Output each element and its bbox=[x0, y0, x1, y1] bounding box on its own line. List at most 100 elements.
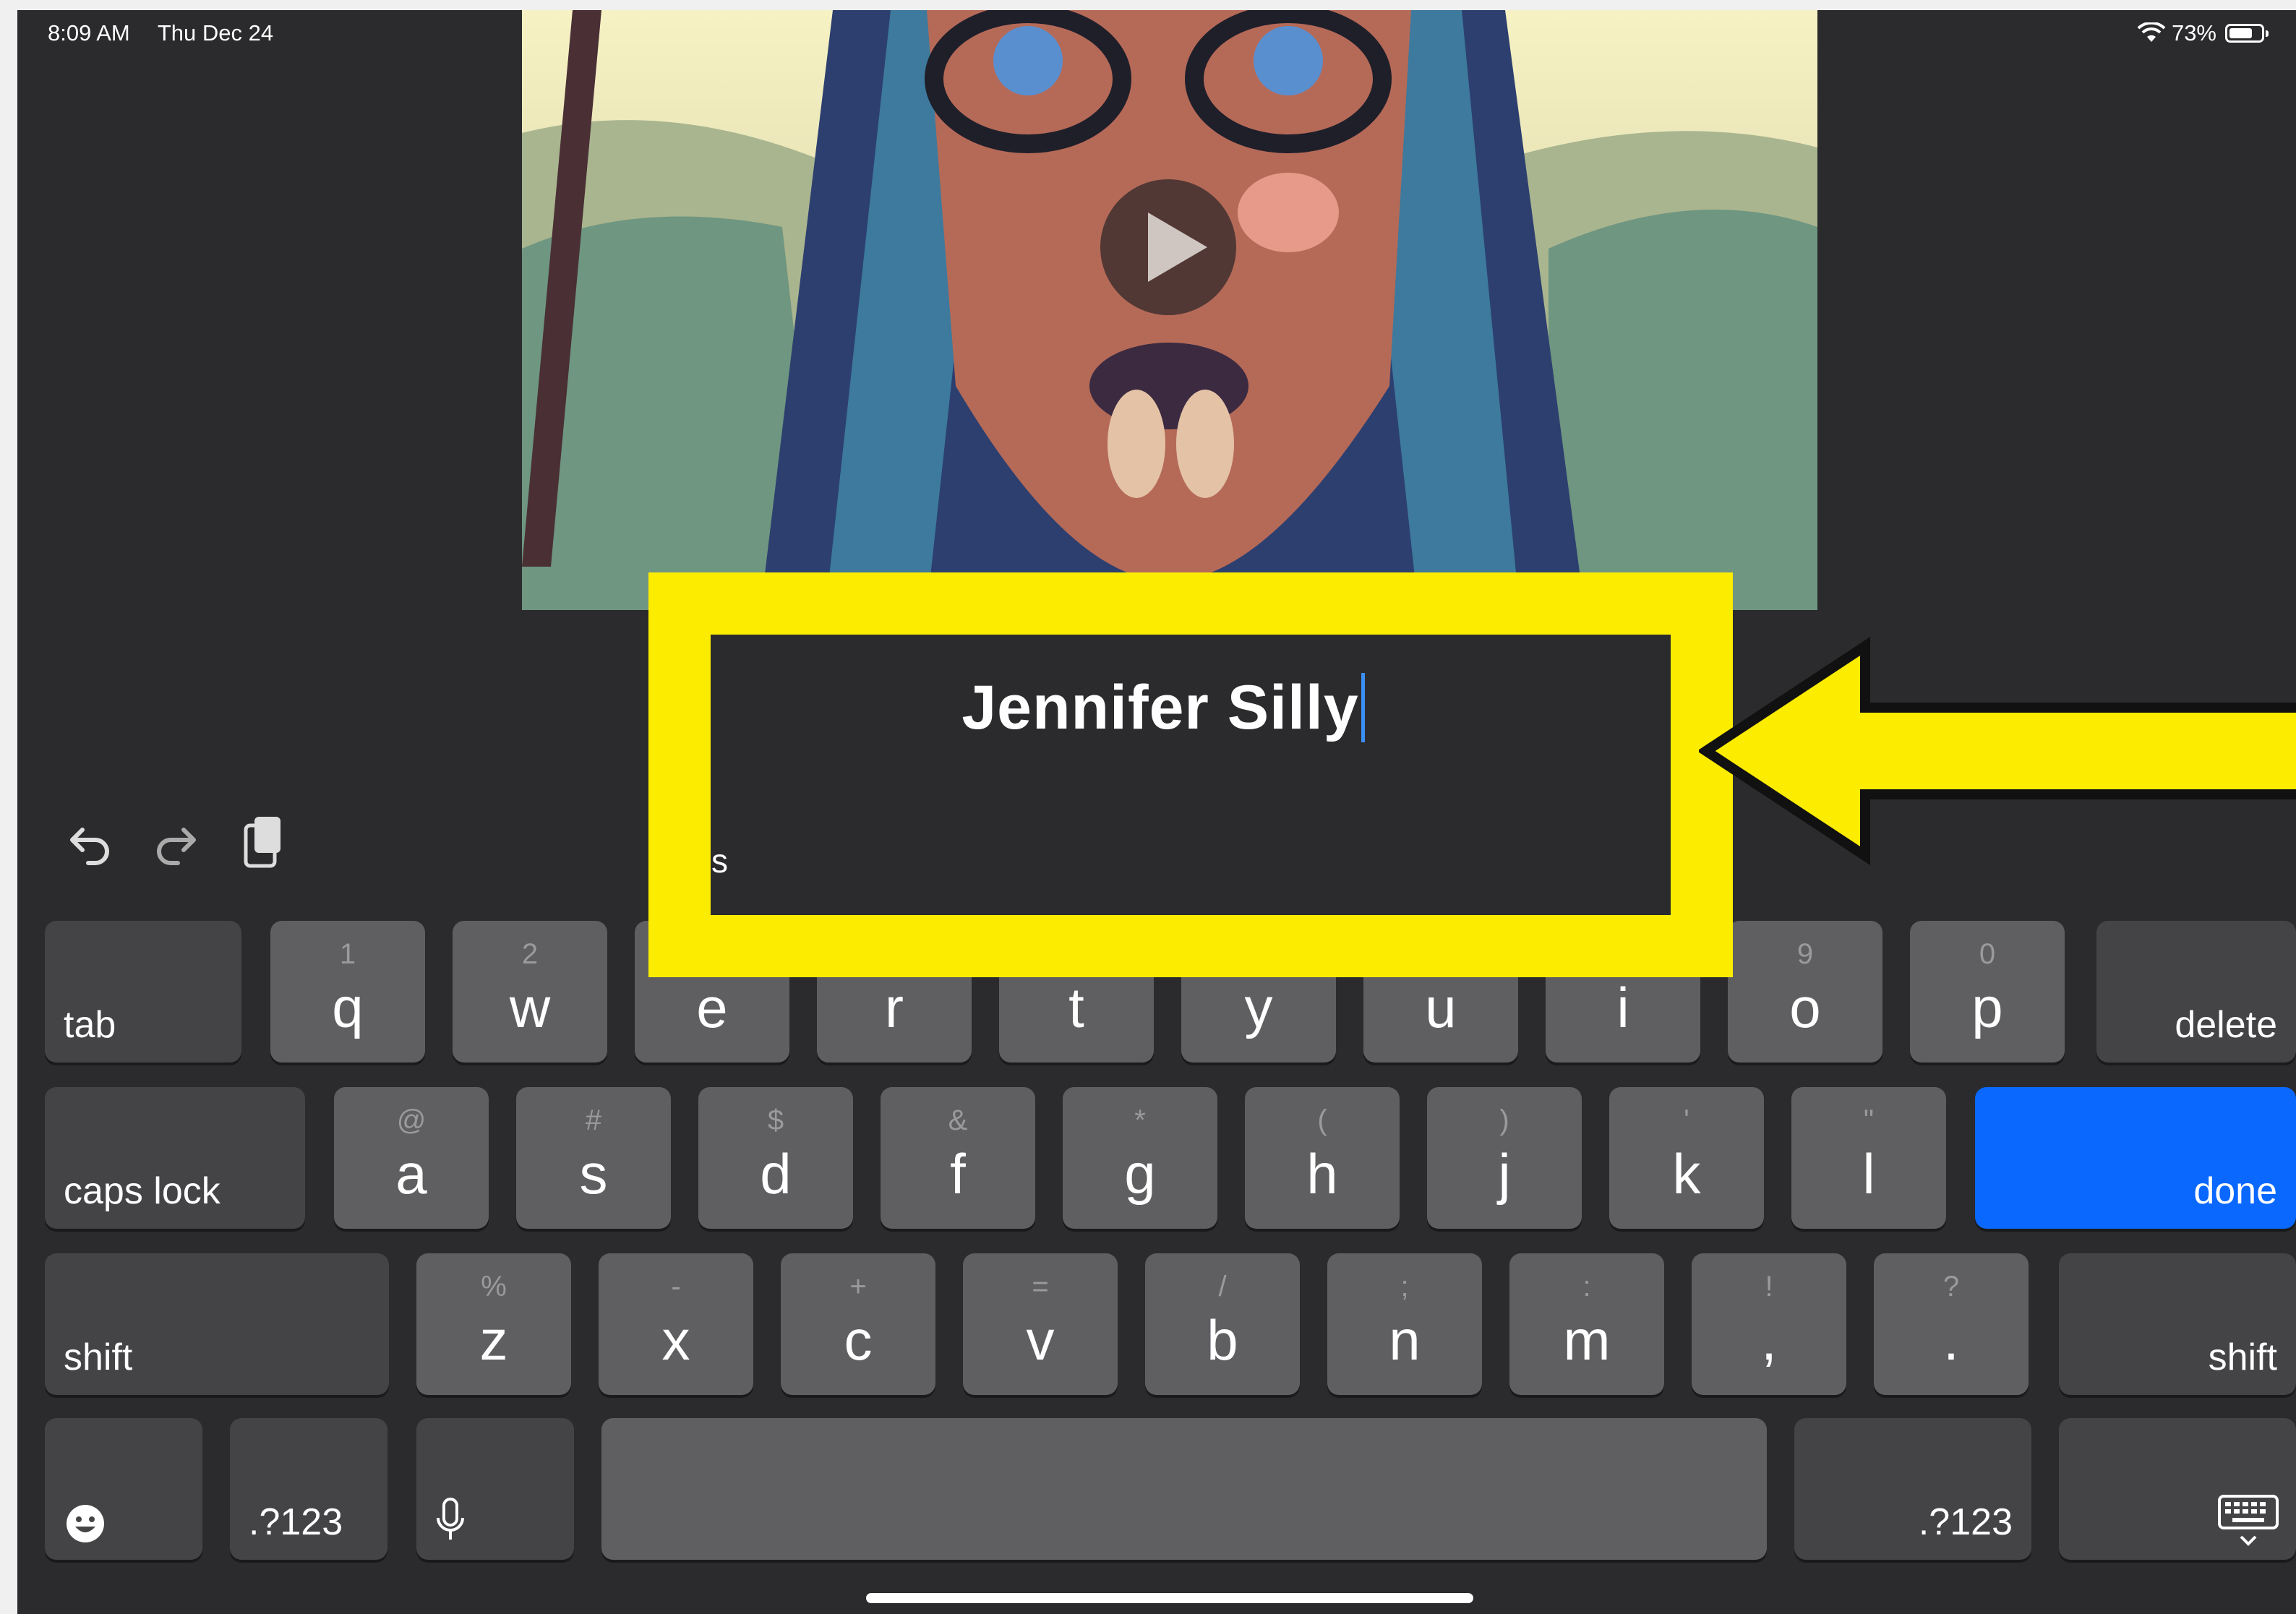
numbers-key-right[interactable]: .?123 bbox=[1794, 1418, 2031, 1560]
tab-key[interactable]: tab bbox=[45, 921, 241, 1063]
keyboard-dismiss-icon bbox=[2218, 1495, 2279, 1546]
key-label: c bbox=[844, 1308, 873, 1372]
key-label: y bbox=[1244, 976, 1273, 1039]
ipad-screen: 8:09 AM Thu Dec 24 73% Jennifer Silly s … bbox=[17, 10, 2296, 1614]
video-preview[interactable] bbox=[522, 10, 1817, 610]
battery-fill bbox=[2229, 28, 2252, 38]
key-label: g bbox=[1124, 1142, 1156, 1206]
dictation-key[interactable] bbox=[416, 1418, 574, 1560]
shift-key-label: shift bbox=[64, 1336, 133, 1378]
key-label: k bbox=[1672, 1142, 1701, 1206]
key-alt-label: $ bbox=[767, 1104, 784, 1136]
key-alt-label: = bbox=[1032, 1271, 1049, 1302]
key-a[interactable]: @ a bbox=[334, 1087, 489, 1229]
key-z[interactable]: % z bbox=[416, 1253, 571, 1395]
done-key[interactable]: done bbox=[1975, 1087, 2296, 1229]
key-alt-label: * bbox=[1134, 1104, 1146, 1136]
key-label: d bbox=[760, 1142, 792, 1206]
key-j[interactable]: ) j bbox=[1427, 1087, 1582, 1229]
key-label: l bbox=[1862, 1142, 1875, 1206]
key-label: m bbox=[1563, 1308, 1611, 1372]
space-bar[interactable] bbox=[601, 1418, 1767, 1560]
emoji-key[interactable] bbox=[45, 1418, 202, 1560]
delete-key-label: delete bbox=[2175, 1004, 2277, 1046]
key-f[interactable]: & f bbox=[881, 1087, 1035, 1229]
key-c[interactable]: + c bbox=[781, 1253, 935, 1395]
key-comma[interactable]: !, bbox=[1692, 1253, 1846, 1395]
key-label: b bbox=[1207, 1308, 1238, 1372]
key-l[interactable]: " l bbox=[1791, 1087, 1946, 1229]
key-x[interactable]: -x bbox=[599, 1253, 753, 1395]
key-p[interactable]: 0p bbox=[1910, 921, 2065, 1063]
key-alt-label: + bbox=[849, 1271, 867, 1302]
key-label: v bbox=[1026, 1308, 1055, 1372]
caps-lock-key[interactable]: caps lock bbox=[45, 1087, 305, 1229]
key-label: o bbox=[1789, 976, 1821, 1039]
microphone-icon bbox=[437, 1498, 464, 1540]
delete-key[interactable]: delete bbox=[2096, 921, 2296, 1063]
key-alt-label: / bbox=[1218, 1271, 1227, 1302]
key-h[interactable]: (h bbox=[1245, 1087, 1400, 1229]
shift-key-label: shift bbox=[2208, 1336, 2277, 1378]
key-q[interactable]: 1q bbox=[270, 921, 425, 1063]
play-button[interactable] bbox=[1100, 179, 1236, 315]
key-s[interactable]: # s bbox=[516, 1087, 671, 1229]
key-o[interactable]: 9o bbox=[1728, 921, 1882, 1063]
status-bar-left: 8:09 AM Thu Dec 24 bbox=[48, 20, 295, 46]
key-label: q bbox=[332, 976, 364, 1039]
redo-icon[interactable] bbox=[150, 817, 202, 869]
key-alt-label: ' bbox=[1684, 1104, 1689, 1136]
shift-key-right[interactable]: shift bbox=[2059, 1253, 2296, 1395]
numbers-key-left[interactable]: .?123 bbox=[230, 1418, 387, 1560]
home-indicator[interactable] bbox=[866, 1593, 1473, 1603]
key-label: r bbox=[885, 976, 904, 1039]
key-alt-label: 2 bbox=[521, 938, 539, 970]
key-alt-label: # bbox=[585, 1104, 602, 1136]
tab-key-label: tab bbox=[64, 1004, 116, 1046]
done-key-label: done bbox=[2193, 1170, 2277, 1212]
key-label: j bbox=[1498, 1142, 1511, 1206]
key-label: , bbox=[1761, 1308, 1777, 1372]
undo-icon[interactable] bbox=[64, 817, 116, 869]
key-alt-label: ) bbox=[1499, 1104, 1509, 1136]
key-alt-label: ; bbox=[1400, 1271, 1409, 1302]
caps-lock-label: caps lock bbox=[64, 1170, 220, 1212]
key-m[interactable]: :m bbox=[1509, 1253, 1664, 1395]
key-alt-label: : bbox=[1582, 1271, 1591, 1302]
key-alt-label: 1 bbox=[339, 938, 356, 970]
key-w[interactable]: 2w bbox=[453, 921, 607, 1063]
key-alt-label: @ bbox=[396, 1104, 427, 1136]
status-time: 8:09 AM bbox=[48, 20, 130, 46]
key-alt-label: ! bbox=[1765, 1271, 1773, 1302]
highlight-box bbox=[648, 572, 1733, 977]
key-label: x bbox=[661, 1308, 690, 1372]
key-alt-label: ( bbox=[1317, 1104, 1327, 1136]
hide-keyboard-key[interactable] bbox=[2059, 1418, 2296, 1560]
key-label: t bbox=[1068, 976, 1084, 1039]
wifi-icon bbox=[2137, 22, 2166, 42]
key-alt-label: % bbox=[481, 1271, 507, 1302]
shift-key-left[interactable]: shift bbox=[45, 1253, 389, 1395]
clipboard-icon[interactable] bbox=[237, 812, 289, 870]
key-g[interactable]: * g bbox=[1063, 1087, 1217, 1229]
key-n[interactable]: ; n bbox=[1327, 1253, 1482, 1395]
key-label: f bbox=[950, 1142, 966, 1206]
status-bar-right: 73% bbox=[2137, 20, 2269, 46]
status-date: Thu Dec 24 bbox=[157, 20, 274, 46]
key-period[interactable]: ?. bbox=[1874, 1253, 2029, 1395]
annotation-arrow-icon bbox=[1699, 637, 2296, 865]
key-alt-label: 0 bbox=[1979, 938, 1996, 970]
key-label: z bbox=[479, 1308, 508, 1372]
key-label: w bbox=[509, 976, 551, 1039]
key-label: u bbox=[1425, 976, 1457, 1039]
key-d[interactable]: $ d bbox=[698, 1087, 853, 1229]
numbers-key-label: .?123 bbox=[1918, 1501, 2013, 1543]
key-v[interactable]: = v bbox=[963, 1253, 1118, 1395]
key-alt-label: & bbox=[948, 1104, 968, 1136]
emoji-icon bbox=[67, 1505, 104, 1542]
key-alt-label: 9 bbox=[1796, 938, 1814, 970]
key-b[interactable]: / b bbox=[1145, 1253, 1300, 1395]
numbers-key-label: .?123 bbox=[249, 1501, 343, 1543]
key-label: p bbox=[1971, 976, 2003, 1039]
key-k[interactable]: ' k bbox=[1609, 1087, 1764, 1229]
